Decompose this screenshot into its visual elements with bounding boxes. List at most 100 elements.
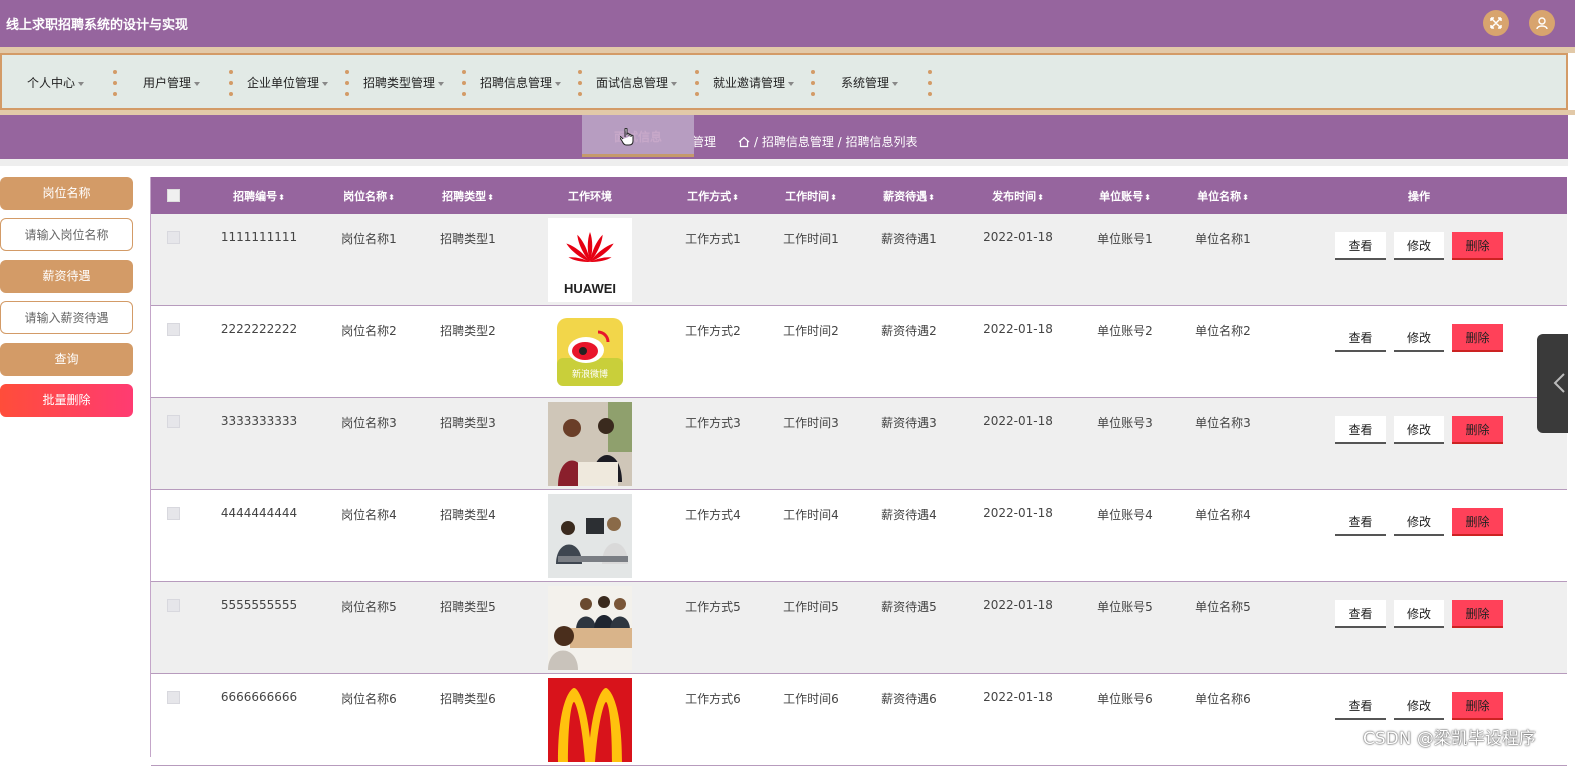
cell-position: 岗位名称4 xyxy=(341,508,397,522)
dropdown-menu-item-interview[interactable]: 面试信息 xyxy=(582,115,694,157)
header-type[interactable]: 招聘类型⬍ xyxy=(442,188,494,204)
table-row: 1111111111 岗位名称1 招聘类型1 HUAWEI 工作方式1 工作时间… xyxy=(151,214,1567,306)
delete-button[interactable]: 删除 xyxy=(1452,508,1503,536)
cell-mode: 工作方式1 xyxy=(685,232,741,246)
table-row: 3333333333 岗位名称3 招聘类型3 工作方式3 工作时间3 薪资待遇3… xyxy=(151,398,1567,490)
caret-down-icon xyxy=(892,81,899,86)
user-button[interactable] xyxy=(1529,10,1555,36)
view-button[interactable]: 查看 xyxy=(1335,416,1386,444)
breadcrumb-fragment: 管理 xyxy=(692,135,717,149)
sort-icon: ⬍ xyxy=(278,192,285,202)
nav-item-interview-management[interactable]: 面试信息管理 xyxy=(596,74,678,91)
row-checkbox[interactable] xyxy=(167,691,180,704)
position-name-input[interactable] xyxy=(0,218,133,251)
header-company[interactable]: 单位名称⬍ xyxy=(1197,188,1249,204)
nav-item-recruit-type-management[interactable]: 招聘类型管理 xyxy=(363,74,445,91)
nav-separator xyxy=(229,70,233,96)
nav-separator xyxy=(928,70,932,96)
cell-company: 单位名称4 xyxy=(1195,508,1251,522)
select-all-checkbox[interactable] xyxy=(167,189,180,202)
nav-item-recruit-info-management[interactable]: 招聘信息管理 xyxy=(480,74,562,91)
huawei-logo-icon: HUAWEI xyxy=(564,232,616,296)
edit-button[interactable]: 修改 xyxy=(1394,600,1444,628)
edit-button[interactable]: 修改 xyxy=(1394,324,1444,352)
row-checkbox[interactable] xyxy=(167,415,180,428)
table-row: 6666666666 岗位名称6 招聘类型6 工作方式6 工作时间6 薪资待遇6… xyxy=(151,674,1567,766)
delete-button[interactable]: 删除 xyxy=(1452,692,1503,720)
caret-down-icon xyxy=(438,81,445,86)
row-checkbox[interactable] xyxy=(167,231,180,244)
side-panel-toggle[interactable] xyxy=(1537,334,1568,433)
header-recruit-id[interactable]: 招聘编号⬍ xyxy=(233,188,285,204)
cell-account: 单位账号5 xyxy=(1097,600,1153,614)
cell-time: 工作时间4 xyxy=(783,508,839,522)
delete-button[interactable]: 删除 xyxy=(1452,416,1503,444)
svg-text:HUAWEI: HUAWEI xyxy=(564,281,616,296)
view-button[interactable]: 查看 xyxy=(1335,692,1386,720)
delete-button[interactable]: 删除 xyxy=(1452,600,1503,628)
cell-position: 岗位名称3 xyxy=(341,416,397,430)
sort-icon: ⬍ xyxy=(732,192,739,202)
interview-photo-icon xyxy=(548,494,632,578)
header-work-time[interactable]: 工作时间⬍ xyxy=(785,188,837,204)
sort-icon: ⬍ xyxy=(928,192,935,202)
query-button[interactable]: 查询 xyxy=(0,343,133,376)
salary-label: 薪资待遇 xyxy=(0,260,133,293)
cell-mode: 工作方式3 xyxy=(685,416,741,430)
header-work-mode[interactable]: 工作方式⬍ xyxy=(687,188,739,204)
nav-item-system-management[interactable]: 系统管理 xyxy=(841,74,899,91)
edit-button[interactable]: 修改 xyxy=(1394,508,1444,536)
table-row: 5555555555 岗位名称5 招聘类型5 工作方式5 工作时间5 薪资待遇5… xyxy=(151,582,1567,674)
sort-icon: ⬍ xyxy=(830,192,837,202)
home-icon[interactable] xyxy=(738,136,750,148)
header-salary[interactable]: 薪资待遇⬍ xyxy=(883,188,935,204)
cell-type: 招聘类型4 xyxy=(440,508,496,522)
watermark: CSDN @梁凯毕设程序 xyxy=(1363,729,1536,749)
cell-mode: 工作方式4 xyxy=(685,508,741,522)
cell-date: 2022-01-18 xyxy=(983,230,1053,244)
content-top-spacer xyxy=(0,159,1568,166)
view-button[interactable]: 查看 xyxy=(1335,232,1386,260)
delete-button[interactable]: 删除 xyxy=(1452,232,1503,260)
header-position[interactable]: 岗位名称⬍ xyxy=(343,188,395,204)
nav-item-invitation-management[interactable]: 就业邀请管理 xyxy=(713,74,795,91)
view-button[interactable]: 查看 xyxy=(1335,324,1386,352)
cell-company: 单位名称3 xyxy=(1195,416,1251,430)
row-checkbox[interactable] xyxy=(167,599,180,612)
view-button[interactable]: 查看 xyxy=(1335,600,1386,628)
hand-cursor-icon xyxy=(620,128,634,146)
edit-button[interactable]: 修改 xyxy=(1394,416,1444,444)
cell-time: 工作时间5 xyxy=(783,600,839,614)
interview-photo-image xyxy=(548,402,632,486)
edit-button[interactable]: 修改 xyxy=(1394,692,1444,720)
delete-button[interactable]: 删除 xyxy=(1452,324,1503,352)
nav-item-personal-center[interactable]: 个人中心 xyxy=(27,74,85,91)
row-checkbox[interactable] xyxy=(167,323,180,336)
recruitment-table: 招聘编号⬍ 岗位名称⬍ 招聘类型⬍ 工作环境 工作方式⬍ 工作时间⬍ 薪资待遇⬍… xyxy=(150,177,1567,766)
nav-separator xyxy=(811,70,815,96)
caret-down-icon xyxy=(555,81,562,86)
header-publish-time[interactable]: 发布时间⬍ xyxy=(992,188,1044,204)
salary-input[interactable] xyxy=(0,301,133,334)
view-button[interactable]: 查看 xyxy=(1335,508,1386,536)
mcdonalds-logo-image xyxy=(548,678,632,762)
caret-down-icon xyxy=(322,81,329,86)
header-account[interactable]: 单位账号⬍ xyxy=(1099,188,1151,204)
nav-item-company-management[interactable]: 企业单位管理 xyxy=(247,74,329,91)
nav-separator xyxy=(345,70,349,96)
sort-icon: ⬍ xyxy=(1037,192,1044,202)
cell-id: 3333333333 xyxy=(220,414,298,428)
cell-account: 单位账号2 xyxy=(1097,324,1153,338)
batch-delete-button[interactable]: 批量删除 xyxy=(0,384,133,417)
cell-time: 工作时间1 xyxy=(783,232,839,246)
interview-photo-icon xyxy=(548,402,632,486)
fullscreen-button[interactable] xyxy=(1483,10,1509,36)
table-header: 招聘编号⬍ 岗位名称⬍ 招聘类型⬍ 工作环境 工作方式⬍ 工作时间⬍ 薪资待遇⬍… xyxy=(151,177,1567,214)
header-environment: 工作环境 xyxy=(568,190,612,203)
cell-time: 工作时间2 xyxy=(783,324,839,338)
nav-item-user-management[interactable]: 用户管理 xyxy=(143,74,201,91)
chevron-left-icon xyxy=(1553,373,1565,393)
row-checkbox[interactable] xyxy=(167,507,180,520)
cell-type: 招聘类型6 xyxy=(440,692,496,706)
edit-button[interactable]: 修改 xyxy=(1394,232,1444,260)
